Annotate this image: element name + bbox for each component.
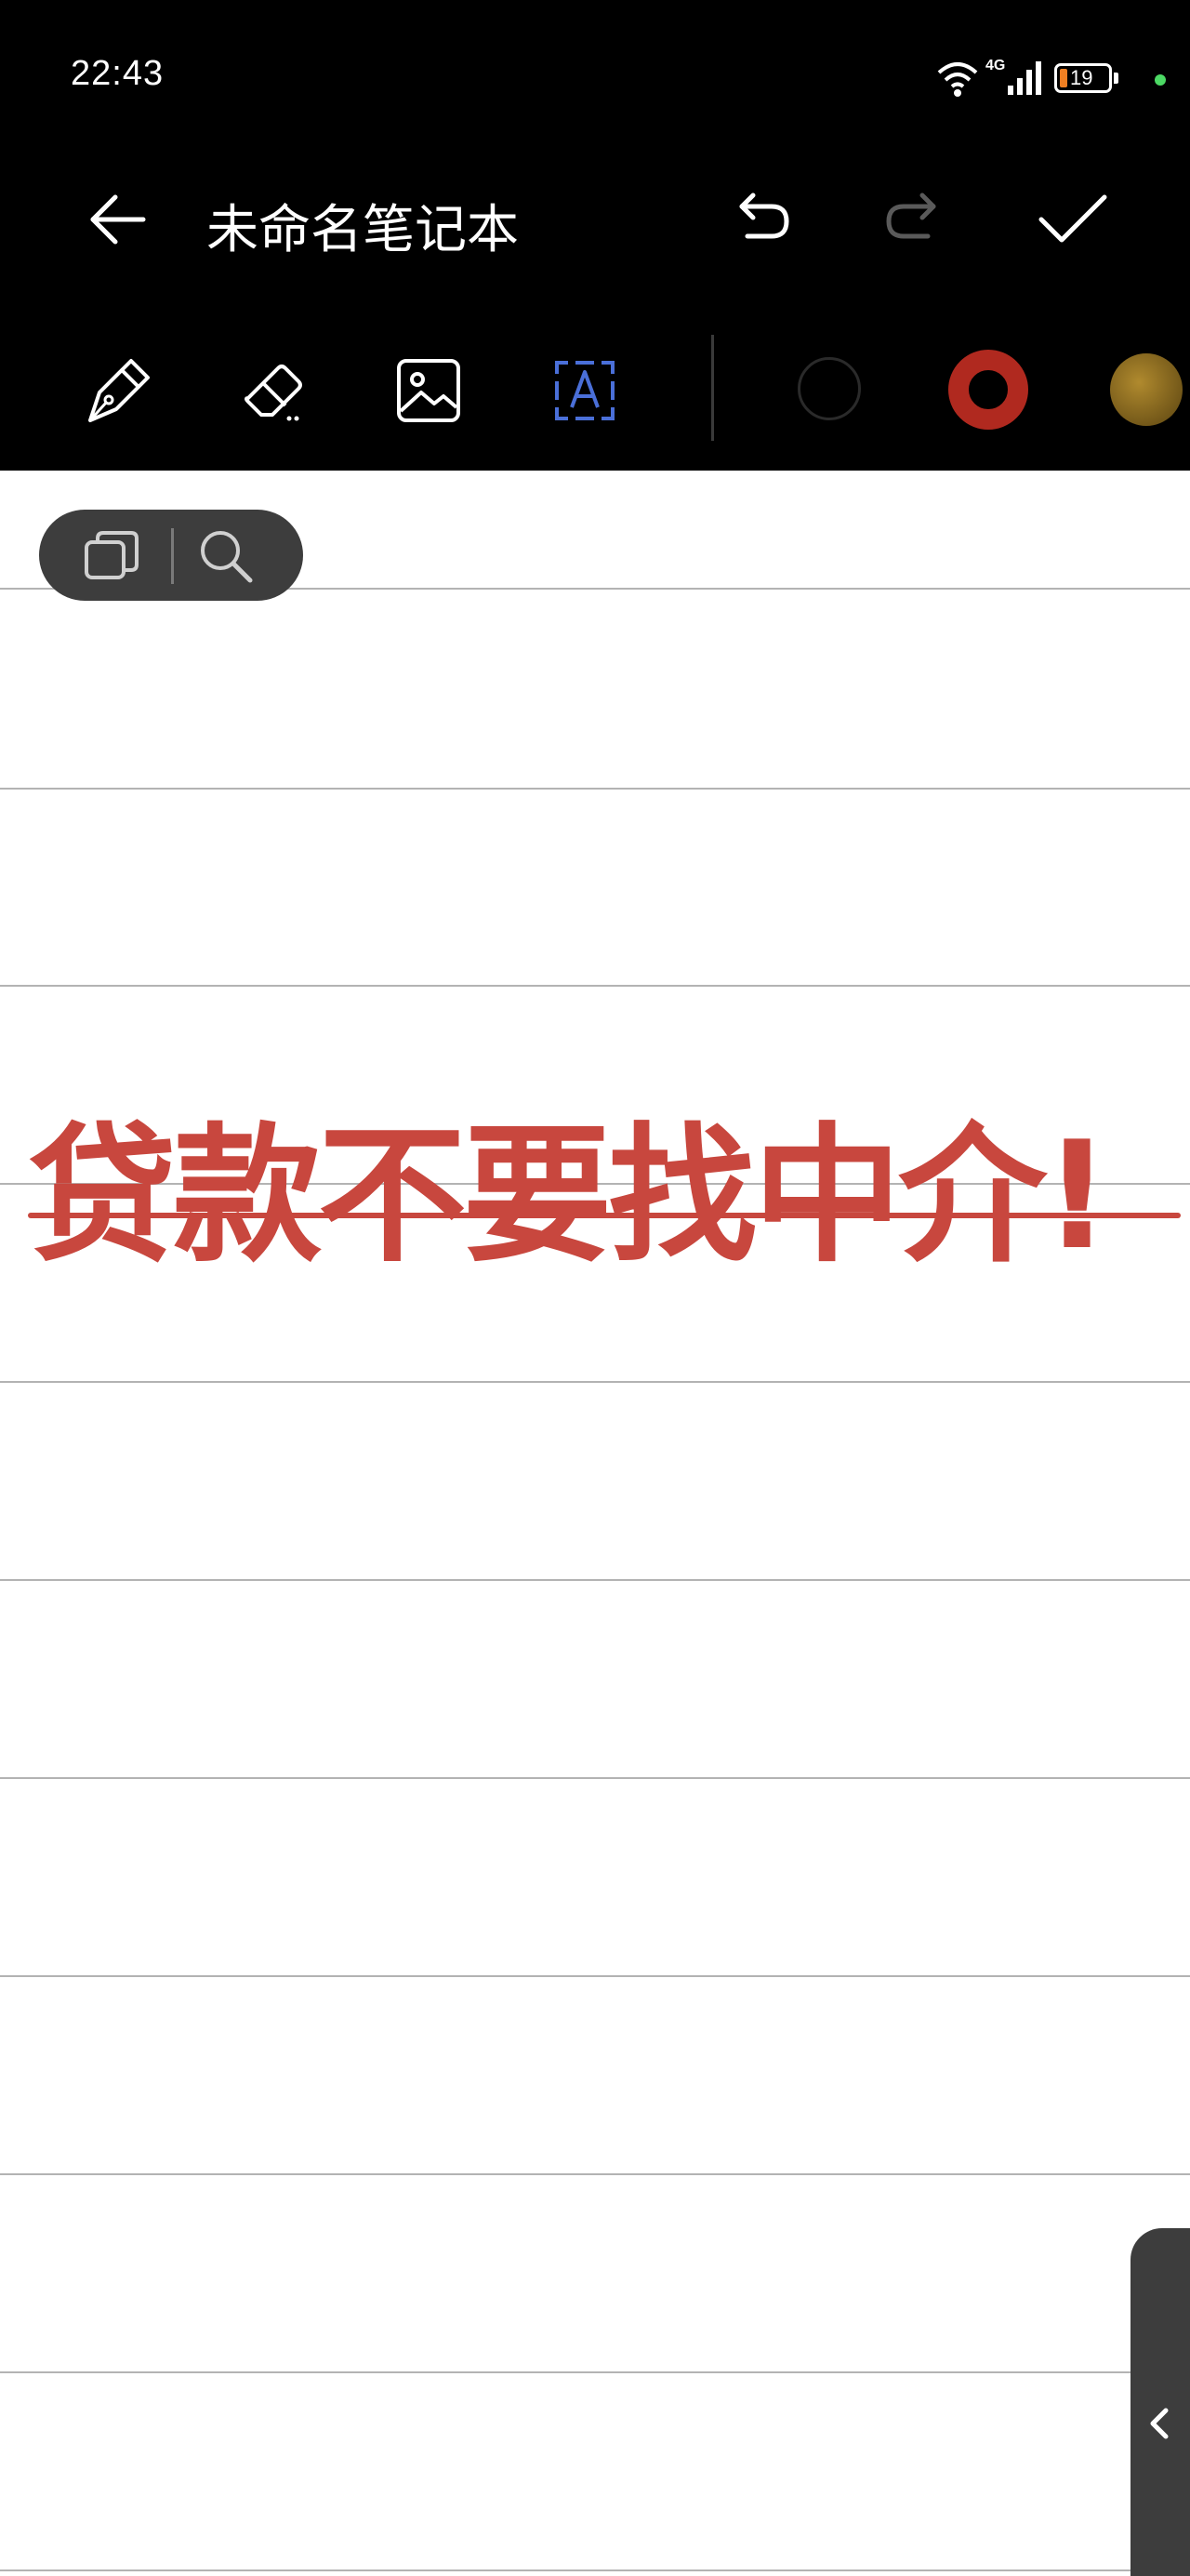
search-icon [201,531,253,583]
chevron-left-icon [1150,2408,1169,2439]
ruled-line [0,985,1190,987]
battery-icon: 19 [1054,63,1112,93]
notebook-title[interactable]: 未命名笔记本 [206,188,519,263]
status-time: 22:43 [71,54,165,93]
side-panel-tab[interactable] [1130,2228,1190,2576]
pen-tool-button[interactable] [67,335,169,446]
ruled-line [0,2173,1190,2175]
arrow-left-icon [90,194,146,245]
wifi-icon [937,62,978,97]
text-box-icon [555,361,615,420]
pages-icon [85,531,139,579]
back-button[interactable] [73,175,162,264]
eraser-icon [245,365,302,421]
pages-button[interactable] [74,524,149,586]
nav-row: 未命名笔记本 [0,160,1190,281]
image-tool-button[interactable] [377,335,480,446]
note-canvas[interactable] [0,471,1190,2576]
ruled-line [0,1381,1190,1383]
undo-button[interactable] [718,175,807,264]
floating-pill-toolbar [39,510,303,601]
tool-row [0,335,1190,446]
color-swatch-red-selected[interactable] [948,350,1028,430]
text-tool-button[interactable] [534,335,636,446]
network-type-label: 4G [985,58,1006,73]
redo-button[interactable] [868,175,958,264]
image-icon [397,359,460,422]
ruled-line [0,1777,1190,1779]
search-button[interactable] [188,523,262,588]
note-handwriting-text[interactable]: 贷款不要找中介! [28,1103,1190,1289]
strikethrough-line [28,1213,1181,1218]
battery-tip [1114,73,1118,84]
redo-icon [886,193,936,239]
ruled-line [0,1975,1190,1977]
confirm-button[interactable] [1028,175,1117,264]
color-swatch-gold[interactable] [1110,353,1183,426]
ruled-line [0,788,1190,790]
ruled-line [0,1579,1190,1581]
top-toolbar-area: 22:43 4G 19 未命名笔记本 [0,0,1190,471]
ruled-line [0,2569,1190,2571]
checkmark-icon [1038,194,1107,243]
battery-level: 19 [1070,66,1093,89]
privacy-indicator-dot [1155,74,1166,86]
signal-icon [1008,61,1041,95]
eraser-tool-button[interactable] [223,335,325,446]
ruled-line [0,2371,1190,2373]
pen-icon [88,359,150,422]
status-bar: 22:43 4G 19 [0,0,1190,160]
toolbar-divider [711,335,714,441]
undo-icon [739,193,789,239]
pill-separator [171,528,174,584]
color-swatch-black[interactable] [798,357,861,420]
